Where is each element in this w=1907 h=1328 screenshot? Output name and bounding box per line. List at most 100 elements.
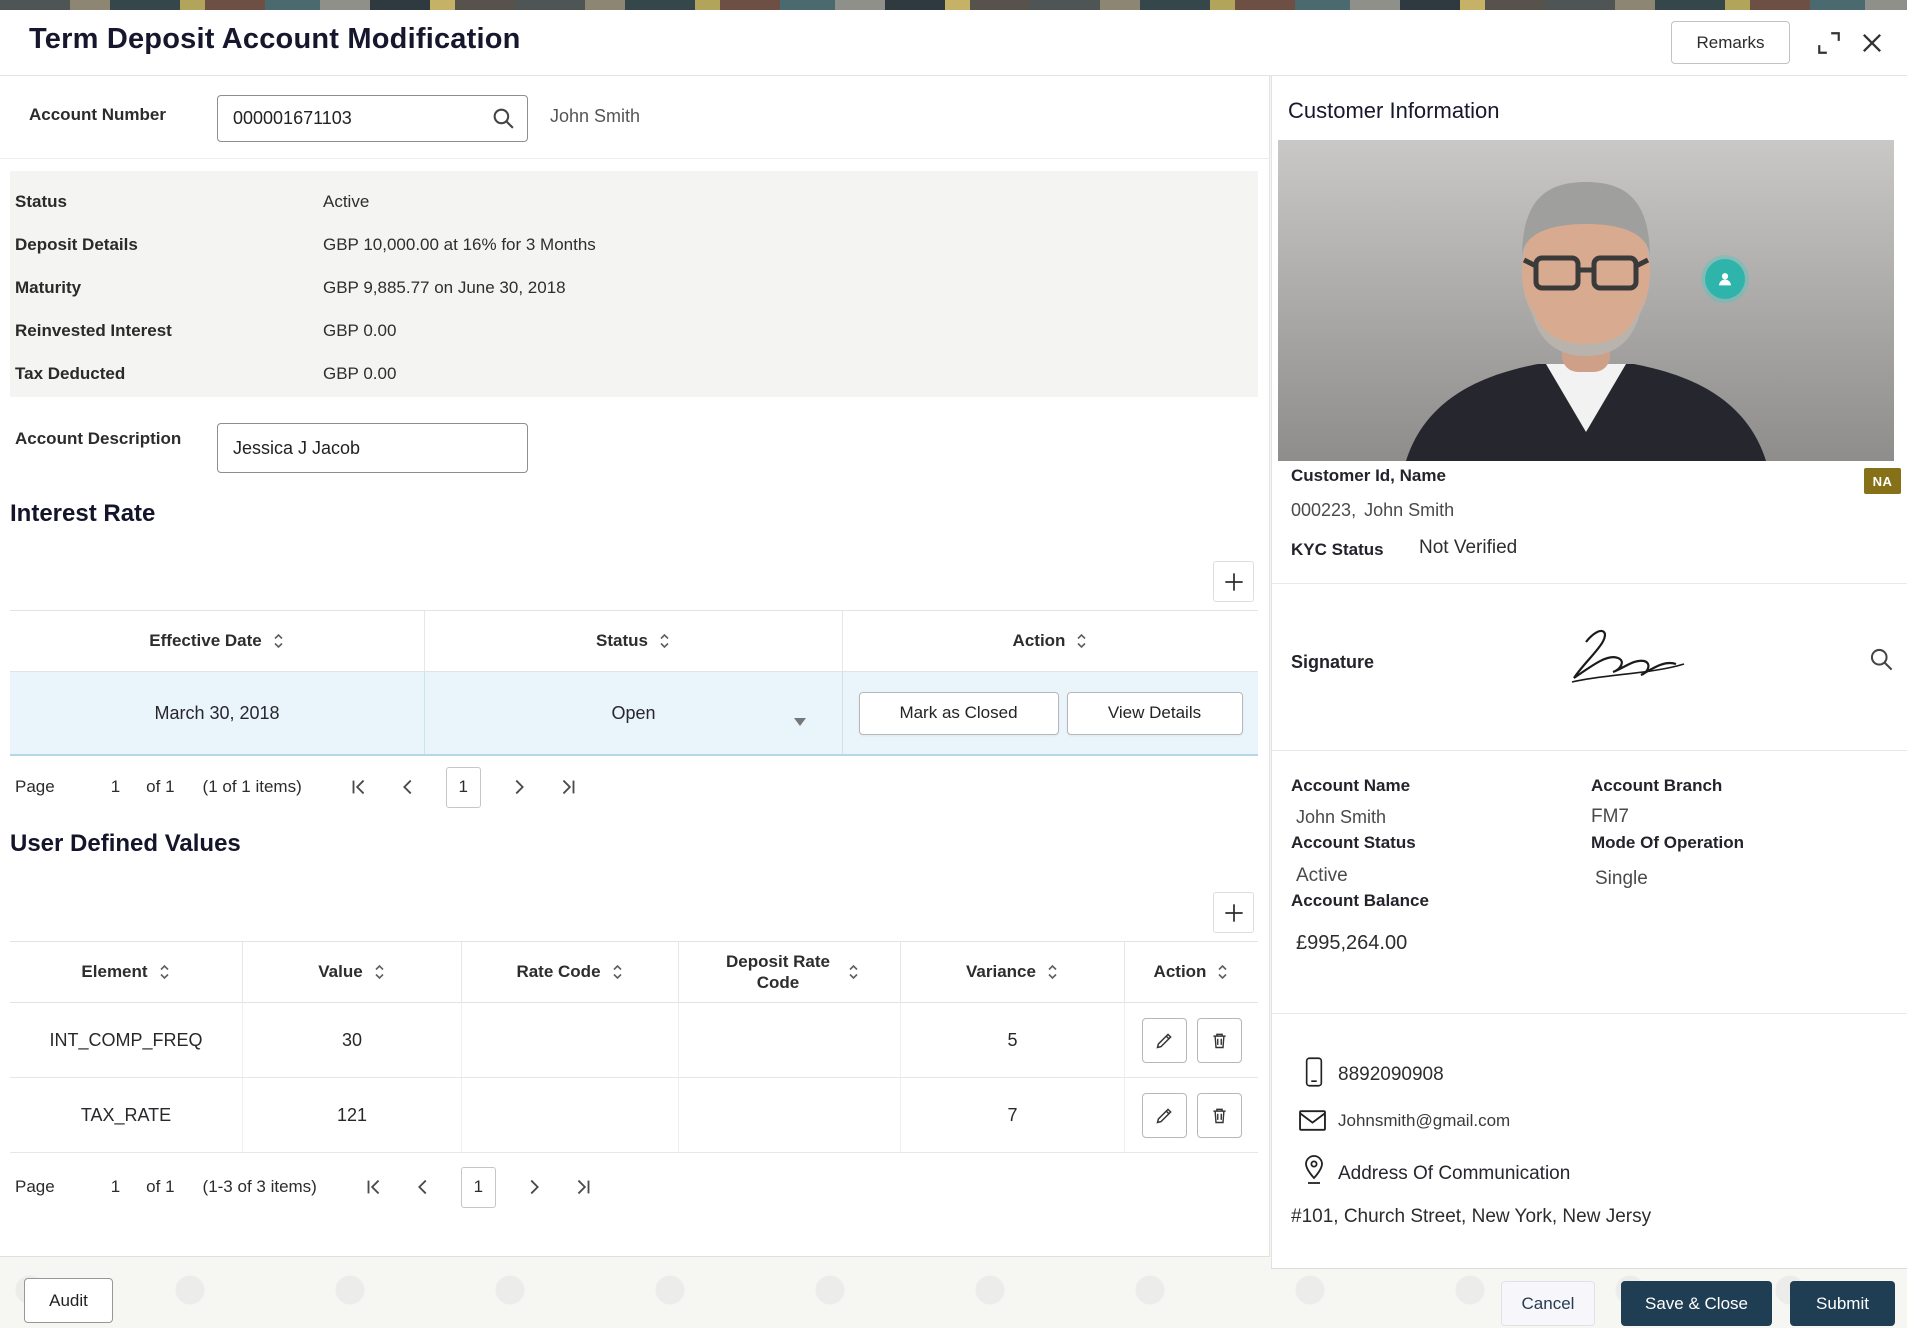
cancel-button[interactable]: Cancel	[1501, 1281, 1595, 1326]
address-value: #101, Church Street, New York, New Jersy	[1291, 1206, 1651, 1228]
view-details-button[interactable]: View Details	[1067, 692, 1243, 735]
divider	[0, 158, 1270, 159]
first-page-icon[interactable]	[348, 776, 370, 798]
summary-label: Maturity	[15, 278, 323, 298]
interest-rate-pagination: Page 1 of 1 (1 of 1 items) 1	[15, 766, 579, 808]
next-page-icon[interactable]	[508, 776, 530, 798]
summary-value: GBP 0.00	[323, 364, 396, 384]
column-header-effective-date[interactable]: Effective Date	[10, 611, 425, 671]
sort-icon	[1046, 963, 1059, 981]
udv-table-row: INT_COMP_FREQ 30 5	[10, 1003, 1258, 1078]
column-header-deposit-rate-code[interactable]: Deposit Rate Code	[679, 942, 901, 1002]
column-header-variance[interactable]: Variance	[901, 942, 1125, 1002]
sort-icon	[158, 963, 171, 981]
na-badge: NA	[1864, 468, 1901, 494]
delete-icon[interactable]	[1197, 1018, 1242, 1063]
sort-icon	[1216, 963, 1229, 981]
page-number-button[interactable]: 1	[446, 767, 481, 808]
summary-value: Active	[323, 192, 369, 212]
udv-table-header: Element Value Rate Code Deposit Rate Cod…	[10, 941, 1258, 1003]
account-name-value: John Smith	[1296, 807, 1386, 828]
row-action-cell: Mark as Closed View Details	[843, 672, 1258, 754]
interest-rate-heading: Interest Rate	[10, 500, 155, 528]
search-icon[interactable]	[491, 106, 516, 131]
first-page-icon[interactable]	[363, 1176, 385, 1198]
pagination-nav: 1	[348, 767, 579, 808]
add-user-defined-value-button[interactable]	[1213, 892, 1254, 933]
summary-value: GBP 10,000.00 at 16% for 3 Months	[323, 235, 596, 255]
save-and-close-button[interactable]: Save & Close	[1621, 1281, 1772, 1326]
signature-zoom-icon[interactable]	[1868, 646, 1895, 673]
customer-photo	[1278, 140, 1894, 461]
submit-button[interactable]: Submit	[1790, 1281, 1895, 1326]
pagination-nav: 1	[363, 1167, 594, 1208]
column-header-action[interactable]: Action	[843, 611, 1258, 671]
remarks-button[interactable]: Remarks	[1671, 21, 1790, 64]
pagination-items-label: (1 of 1 items)	[203, 777, 302, 797]
add-interest-rate-button[interactable]	[1213, 561, 1254, 602]
summary-row: Tax Deducted GBP 0.00	[15, 352, 1258, 395]
value-cell: 30	[243, 1003, 462, 1077]
sort-icon	[611, 963, 624, 981]
customer-information-heading: Customer Information	[1288, 98, 1500, 124]
kyc-status-label: KYC Status	[1291, 540, 1384, 560]
page-title: Term Deposit Account Modification	[29, 23, 521, 56]
column-header-udv-action[interactable]: Action	[1125, 942, 1258, 1002]
account-name-label: Account Name	[1291, 776, 1410, 796]
next-page-icon[interactable]	[523, 1176, 545, 1198]
email-icon	[1299, 1110, 1326, 1131]
account-status-label: Account Status	[1291, 833, 1416, 853]
decorative-top-banner	[0, 0, 1907, 10]
deposit-summary-panel: Status Active Deposit Details GBP 10,000…	[10, 171, 1258, 397]
location-icon	[1302, 1154, 1326, 1185]
edit-icon[interactable]	[1142, 1093, 1187, 1138]
divider	[1272, 1013, 1907, 1014]
mark-as-closed-button[interactable]: Mark as Closed	[859, 692, 1059, 735]
page-number-button[interactable]: 1	[461, 1167, 496, 1208]
address-of-communication-label: Address Of Communication	[1338, 1163, 1570, 1185]
customer-id-name-value: 000223,John Smith	[1291, 500, 1454, 521]
pagination-current-page: 1	[111, 777, 120, 797]
term-deposit-modification-window: Term Deposit Account Modification Remark…	[0, 0, 1907, 1328]
account-number-input[interactable]	[217, 95, 528, 142]
summary-row: Maturity GBP 9,885.77 on June 30, 2018	[15, 266, 1258, 309]
expand-icon[interactable]	[1816, 30, 1842, 56]
column-header-rate-code[interactable]: Rate Code	[462, 942, 679, 1002]
last-page-icon[interactable]	[557, 776, 579, 798]
previous-page-icon[interactable]	[412, 1176, 434, 1198]
interest-rate-table-header: Effective Date Status Action	[10, 610, 1258, 672]
previous-page-icon[interactable]	[397, 776, 419, 798]
status-dropdown[interactable]: Open	[425, 672, 843, 754]
account-holder-name: John Smith	[550, 106, 640, 127]
interest-rate-row: March 30, 2018 Open Mark as Closed View …	[10, 672, 1258, 756]
udv-action-cell	[1125, 1003, 1258, 1077]
account-number-label: Account Number	[29, 105, 166, 125]
summary-row: Status Active	[15, 180, 1258, 223]
pagination-page-label: Page	[15, 1177, 55, 1197]
edit-icon[interactable]	[1142, 1018, 1187, 1063]
summary-row: Deposit Details GBP 10,000.00 at 16% for…	[15, 223, 1258, 266]
column-header-value[interactable]: Value	[243, 942, 462, 1002]
column-header-element[interactable]: Element	[10, 942, 243, 1002]
rate-code-cell	[462, 1003, 679, 1077]
customer-id-name-label: Customer Id, Name	[1291, 466, 1446, 486]
audit-button[interactable]: Audit	[24, 1278, 113, 1323]
sort-icon	[373, 963, 386, 981]
delete-icon[interactable]	[1197, 1093, 1242, 1138]
sort-icon	[658, 632, 671, 650]
customer-id: 000223,	[1291, 500, 1356, 520]
account-description-input[interactable]	[217, 423, 528, 473]
pagination-of-label: of 1	[146, 1177, 174, 1197]
customer-status-badge-icon	[1705, 259, 1745, 299]
pagination-of-label: of 1	[146, 777, 174, 797]
element-cell: INT_COMP_FREQ	[10, 1003, 243, 1077]
column-header-status[interactable]: Status	[425, 611, 843, 671]
close-icon[interactable]	[1858, 29, 1886, 57]
account-balance-label: Account Balance	[1291, 891, 1429, 911]
account-status-value: Active	[1296, 865, 1348, 887]
account-number-field	[217, 95, 528, 142]
summary-label: Reinvested Interest	[15, 321, 323, 341]
last-page-icon[interactable]	[572, 1176, 594, 1198]
udv-table-row: TAX_RATE 121 7	[10, 1078, 1258, 1153]
pagination-page-label: Page	[15, 777, 55, 797]
